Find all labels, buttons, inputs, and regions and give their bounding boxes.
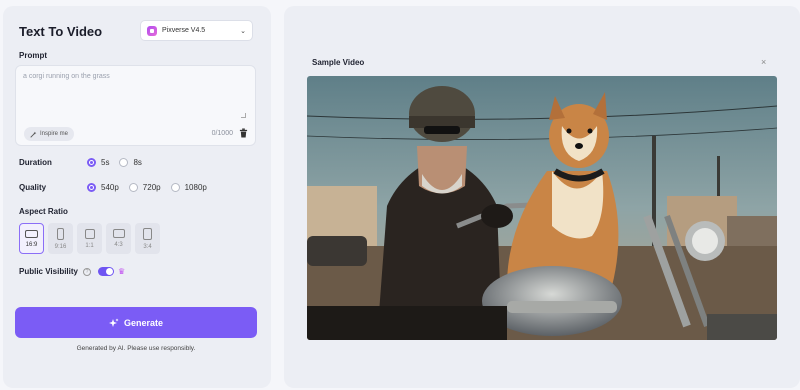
help-icon[interactable]: ? (82, 267, 91, 276)
radio-selected-icon (87, 183, 96, 192)
prompt-textarea[interactable]: a corgi running on the grass Inspire me … (15, 65, 256, 146)
model-logo-icon (147, 25, 157, 36)
quality-option-label: 540p (101, 183, 119, 192)
aspect-ratio-9-16[interactable]: 9:16 (48, 223, 73, 254)
aspect-ratio-4-3[interactable]: 4:3 (106, 223, 131, 254)
chevron-down-icon: ⌄ (240, 27, 246, 35)
generate-label: Generate (123, 317, 164, 328)
sparkle-icon (108, 318, 119, 327)
sample-video-title: Sample Video (312, 58, 365, 67)
duration-option-8s[interactable]: 8s (119, 158, 142, 167)
portrait-icon (57, 227, 64, 240)
model-select[interactable]: Pixverse V4.5 ⌄ (140, 20, 253, 41)
aspect-ratio-options: 16:9 9:16 1:1 4:3 3:4 (19, 223, 160, 254)
aspect-ratio-label-text: 4:3 (114, 242, 123, 248)
duration-options: 5s 8s (87, 158, 152, 167)
quality-option-540p[interactable]: 540p (87, 183, 119, 192)
landscape-icon (112, 229, 125, 238)
radio-icon (170, 183, 180, 192)
quality-label: Quality (19, 183, 47, 192)
duration-option-5s[interactable]: 5s (87, 158, 109, 167)
duration-option-label: 8s (133, 158, 142, 167)
duration-label: Duration (19, 158, 52, 167)
inspire-me-button[interactable]: Inspire me (24, 127, 75, 141)
radio-selected-icon (87, 158, 96, 167)
radio-icon (128, 183, 138, 192)
landscape-icon (25, 229, 38, 238)
model-select-label: Pixverse V4.5 (162, 27, 206, 34)
aspect-ratio-label: Aspect Ratio (19, 207, 68, 216)
magic-wand-icon (30, 131, 37, 138)
aspect-ratio-label-text: 9:16 (54, 243, 67, 250)
page-title: Text To Video (19, 24, 103, 39)
duration-option-label: 5s (101, 158, 110, 167)
quality-option-label: 720p (142, 183, 161, 192)
quality-options: 540p 720p 1080p (87, 183, 217, 192)
radio-icon (119, 158, 129, 167)
quality-option-720p[interactable]: 720p (128, 183, 161, 192)
prompt-label: Prompt (19, 51, 47, 60)
sample-video-frame (307, 76, 777, 340)
aspect-ratio-1-1[interactable]: 1:1 (77, 223, 102, 254)
quality-option-label: 1080p (184, 183, 207, 192)
aspect-ratio-3-4[interactable]: 3:4 (135, 223, 160, 254)
aspect-ratio-label-text: 1:1 (85, 242, 94, 249)
public-visibility-row: Public Visibility ? ♛ (19, 267, 125, 276)
ai-disclaimer: Generated by AI. Please use responsibly. (76, 345, 196, 352)
resize-handle-icon[interactable] (241, 113, 246, 118)
close-icon[interactable]: × (761, 57, 766, 67)
trash-icon[interactable] (239, 128, 248, 138)
generate-button[interactable]: Generate (15, 307, 257, 338)
public-visibility-label: Public Visibility (19, 267, 78, 276)
aspect-ratio-16-9[interactable]: 16:9 (19, 223, 44, 254)
square-icon (84, 228, 95, 239)
char-counter: 0/1000 (211, 130, 233, 137)
quality-option-1080p[interactable]: 1080p (170, 183, 207, 192)
sample-video[interactable] (307, 76, 777, 340)
public-visibility-toggle[interactable] (97, 267, 114, 276)
portrait-icon (143, 227, 152, 240)
inspire-me-label: Inspire me (40, 131, 69, 137)
aspect-ratio-label-text: 3:4 (143, 243, 152, 250)
aspect-ratio-label-text: 16:9 (25, 241, 38, 248)
prompt-placeholder: a corgi running on the grass (23, 73, 110, 80)
crown-icon: ♛ (117, 267, 126, 276)
